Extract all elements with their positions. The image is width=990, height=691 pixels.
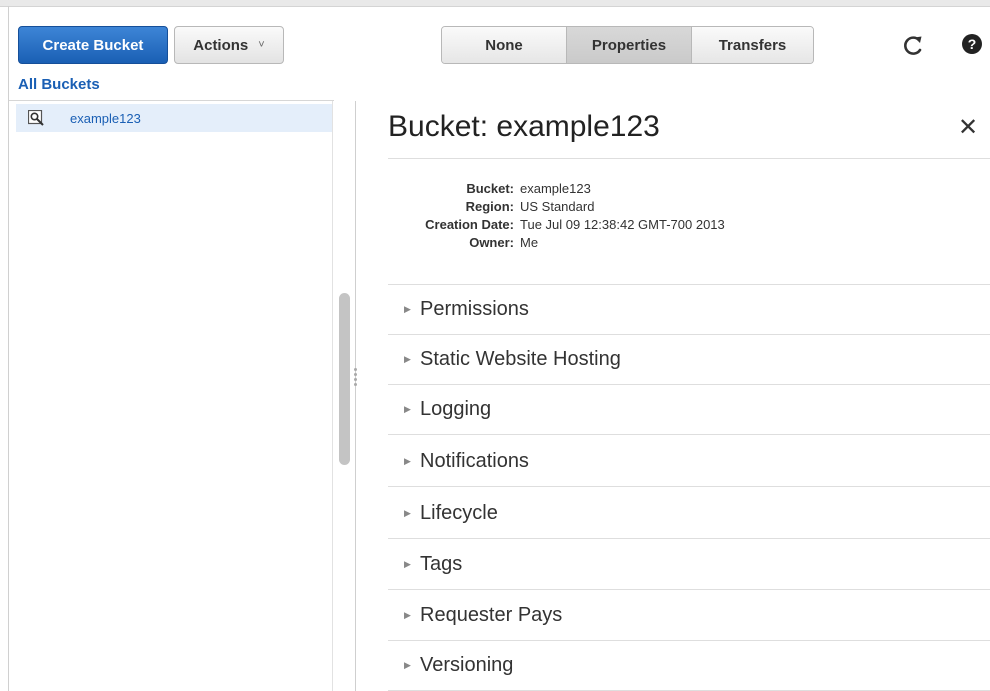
pane-resize-handle[interactable] — [353, 366, 358, 392]
expand-triangle-icon: ▶ — [404, 508, 411, 518]
section-label: Versioning — [420, 654, 514, 676]
section-logging[interactable]: ▶ Logging — [388, 385, 990, 435]
expand-triangle-icon: ▶ — [404, 456, 411, 466]
window-top-border — [0, 0, 990, 7]
section-notifications[interactable]: ▶ Notifications — [388, 437, 990, 487]
section-tags[interactable]: ▶ Tags — [388, 540, 990, 590]
help-icon[interactable]: ? — [962, 34, 982, 54]
segment-properties-button[interactable]: Properties — [567, 27, 692, 63]
actions-dropdown-button[interactable]: Actions ˅ — [174, 26, 284, 64]
property-value: example123 — [520, 181, 591, 196]
property-key: Owner: — [469, 235, 514, 250]
panel-title-separator — [388, 158, 990, 159]
section-label: Lifecycle — [420, 502, 498, 524]
property-value: Me — [520, 235, 539, 250]
segment-transfers-button[interactable]: Transfers — [692, 27, 813, 63]
list-separator — [9, 100, 334, 101]
property-row: Bucket: example123 — [388, 180, 808, 198]
bucket-properties: Bucket: example123 Region: US Standard C… — [388, 180, 808, 252]
list-column-divider — [332, 101, 333, 691]
panel-title: Bucket: example123 — [388, 110, 660, 143]
property-key: Region: — [465, 199, 514, 214]
expand-triangle-icon: ▶ — [404, 610, 411, 620]
bucket-name: example123 — [70, 111, 141, 126]
section-label: Notifications — [420, 450, 529, 472]
list-scrollbar[interactable] — [339, 293, 350, 465]
property-key: Creation Date: — [425, 217, 514, 232]
expand-triangle-icon: ▶ — [404, 354, 411, 364]
section-label: Permissions — [420, 298, 529, 320]
section-label: Static Website Hosting — [420, 348, 621, 370]
expand-triangle-icon: ▶ — [404, 304, 411, 314]
expand-triangle-icon: ▶ — [404, 559, 411, 569]
property-row: Owner: Me — [388, 234, 808, 252]
section-permissions[interactable]: ▶ Permissions — [388, 285, 990, 335]
actions-label: Actions — [193, 36, 249, 54]
section-label: Requester Pays — [420, 604, 563, 626]
property-key: Bucket: — [466, 181, 514, 196]
section-versioning[interactable]: ▶ Versioning — [388, 641, 990, 691]
expand-triangle-icon: ▶ — [404, 660, 411, 670]
property-row: Region: US Standard — [388, 198, 808, 216]
property-value: Tue Jul 09 12:38:42 GMT-700 2013 — [520, 217, 725, 232]
view-toggle: None Properties Transfers — [441, 26, 814, 64]
expand-triangle-icon: ▶ — [404, 404, 411, 414]
all-buckets-link[interactable]: All Buckets — [18, 76, 100, 93]
refresh-icon[interactable] — [899, 31, 927, 59]
property-row: Creation Date: Tue Jul 09 12:38:42 GMT-7… — [388, 216, 808, 234]
section-static-website-hosting[interactable]: ▶ Static Website Hosting — [388, 335, 990, 385]
bucket-list-item[interactable]: example123 — [16, 104, 332, 132]
section-requester-pays[interactable]: ▶ Requester Pays — [388, 591, 990, 641]
section-lifecycle[interactable]: ▶ Lifecycle — [388, 489, 990, 539]
property-value: US Standard — [520, 199, 595, 214]
create-bucket-button[interactable]: Create Bucket — [18, 26, 168, 64]
chevron-down-icon: ˅ — [258, 39, 265, 51]
window-left-border — [8, 6, 9, 691]
section-label: Logging — [420, 398, 492, 420]
pane-divider — [355, 101, 356, 691]
close-icon[interactable]: ✕ — [958, 114, 978, 142]
section-label: Tags — [420, 553, 463, 575]
segment-none-button[interactable]: None — [442, 27, 567, 63]
bucket-search-icon — [28, 110, 44, 126]
